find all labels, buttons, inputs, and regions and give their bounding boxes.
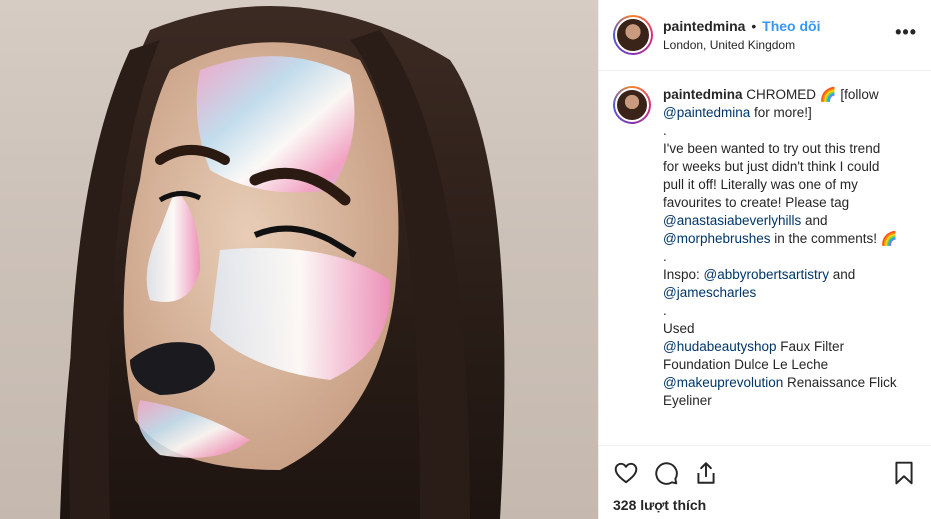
caption-line: paintedmina CHROMED 🌈 [follow	[663, 86, 909, 104]
caption-text-part: Inspo:	[663, 267, 704, 282]
post-actions: 328 lượt thích	[599, 445, 931, 519]
caption-line: for weeks but just didn't think I could	[663, 158, 909, 176]
caption-text-part: I've been wanted to try out this trend	[663, 141, 881, 156]
username-link[interactable]: paintedmina	[663, 18, 745, 34]
follow-button[interactable]: Theo dõi	[762, 18, 820, 34]
post-photo[interactable]	[0, 0, 598, 519]
caption-line: favourites to create! Please tag	[663, 194, 909, 212]
caption-text-part: Faux Filter	[776, 339, 845, 354]
caption-avatar[interactable]	[613, 86, 651, 124]
caption-line: .	[663, 248, 909, 266]
comments-area[interactable]: paintedmina CHROMED 🌈 [follow @paintedmin…	[613, 86, 921, 442]
separator-dot: •	[751, 18, 757, 34]
caption-text-part: .	[663, 123, 667, 138]
mention-link[interactable]: @abbyrobertsartistry	[704, 267, 830, 282]
caption-text-part: pull it off! Literally was one of my	[663, 177, 858, 192]
caption-line: .	[663, 302, 909, 320]
avatar[interactable]	[613, 15, 653, 55]
likes-count[interactable]: 328 lượt thích	[613, 497, 917, 513]
caption-line: @paintedmina for more!]	[663, 104, 909, 122]
mention-link[interactable]: @anastasiabeverlyhills	[663, 213, 801, 228]
caption-text-part: in the comments! 🌈	[770, 231, 898, 246]
heart-icon[interactable]	[613, 460, 639, 486]
caption-text-part: favourites to create! Please tag	[663, 195, 850, 210]
caption-text-part: Eyeliner	[663, 393, 712, 408]
caption-line: Used	[663, 320, 909, 338]
caption-text-part: Foundation Dulce Le Leche	[663, 357, 829, 372]
mention-link[interactable]: @makeuprevolution	[663, 375, 783, 390]
caption-text-part: Used	[663, 321, 695, 336]
more-options-icon[interactable]: •••	[895, 22, 917, 43]
caption-text-part: Renaissance Flick	[783, 375, 897, 390]
mention-link[interactable]: @jamescharles	[663, 285, 756, 300]
caption-text-part: CHROMED 🌈 [follow	[742, 87, 879, 102]
caption-line: @jamescharles	[663, 284, 909, 302]
caption-line: @hudabeautyshop Faux Filter	[663, 338, 909, 356]
caption-line: Eyeliner	[663, 392, 909, 410]
post-side-panel: paintedmina • Theo dõi London, United Ki…	[598, 0, 931, 519]
caption-text-part: for more!]	[750, 105, 812, 120]
bookmark-icon[interactable]	[891, 460, 917, 486]
mention-link[interactable]: @hudabeautyshop	[663, 339, 777, 354]
caption-text-part: for weeks but just didn't think I could	[663, 159, 880, 174]
photo-illustration	[60, 6, 505, 519]
caption-text-part: .	[663, 303, 667, 318]
caption-text-part: .	[663, 249, 667, 264]
post-header: paintedmina • Theo dõi London, United Ki…	[599, 0, 931, 71]
location-link[interactable]: London, United Kingdom	[663, 37, 820, 53]
caption-text-part: and	[801, 213, 828, 228]
caption-line: I've been wanted to try out this trend	[663, 140, 909, 158]
comment-icon[interactable]	[653, 460, 679, 486]
caption-line: @anastasiabeverlyhills and	[663, 212, 909, 230]
caption-line: pull it off! Literally was one of my	[663, 176, 909, 194]
caption-comment: paintedmina CHROMED 🌈 [follow @paintedmin…	[613, 86, 921, 410]
caption-line: @makeuprevolution Renaissance Flick	[663, 374, 909, 392]
caption-line: Foundation Dulce Le Leche	[663, 356, 909, 374]
caption-text-part: and	[829, 267, 856, 282]
caption-line: .	[663, 122, 909, 140]
caption-username-link[interactable]: paintedmina	[663, 87, 743, 102]
header-text: paintedmina • Theo dõi London, United Ki…	[663, 17, 820, 53]
caption-text: paintedmina CHROMED 🌈 [follow @paintedmin…	[663, 86, 909, 410]
share-icon[interactable]	[693, 460, 719, 486]
mention-link[interactable]: @morphebrushes	[663, 231, 771, 246]
mention-link[interactable]: @paintedmina	[663, 105, 750, 120]
caption-line: @morphebrushes in the comments! 🌈	[663, 230, 909, 248]
caption-line: Inspo: @abbyrobertsartistry and	[663, 266, 909, 284]
